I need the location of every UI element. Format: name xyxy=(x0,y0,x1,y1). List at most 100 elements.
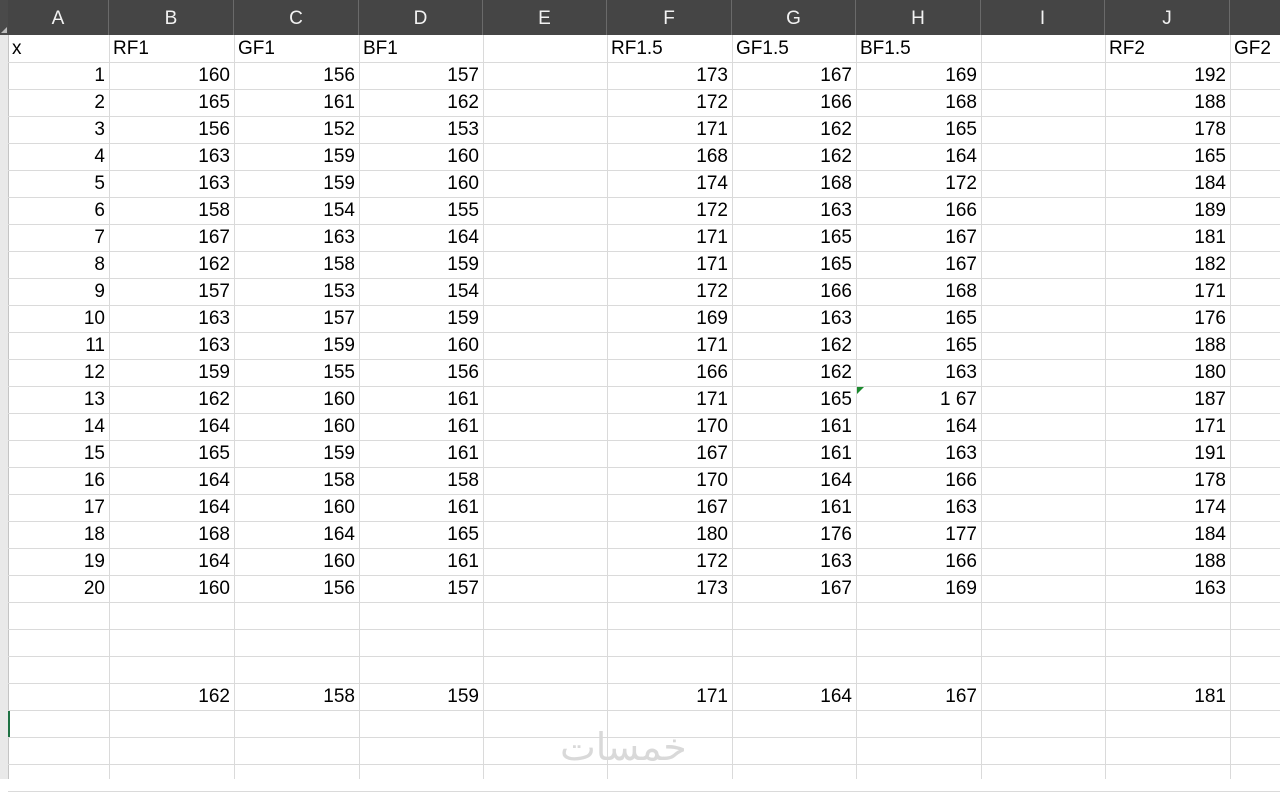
data-cell[interactable]: 163 xyxy=(856,359,981,386)
average-cell[interactable]: 181 xyxy=(1105,683,1230,710)
data-cell[interactable]: 16 xyxy=(8,467,109,494)
data-cell[interactable]: 155 xyxy=(234,359,359,386)
data-cell[interactable]: 163 xyxy=(1105,575,1230,602)
data-cell[interactable]: 8 xyxy=(8,251,109,278)
data-cell[interactable]: 3 xyxy=(8,116,109,143)
data-cell[interactable]: 159 xyxy=(359,251,483,278)
data-cell[interactable]: 161 xyxy=(732,494,856,521)
data-cell[interactable]: 167 xyxy=(732,62,856,89)
data-cell[interactable]: 165 xyxy=(732,251,856,278)
data-cell[interactable]: 178 xyxy=(1105,116,1230,143)
data-cell[interactable]: 162 xyxy=(109,251,234,278)
select-all-corner[interactable] xyxy=(0,0,8,35)
data-cell[interactable]: 181 xyxy=(1105,224,1230,251)
data-cell[interactable]: 169 xyxy=(856,62,981,89)
data-cell[interactable]: 162 xyxy=(732,143,856,170)
data-cell[interactable]: 17 xyxy=(8,494,109,521)
data-cell[interactable]: 180 xyxy=(1105,359,1230,386)
data-cell[interactable]: 162 xyxy=(109,386,234,413)
data-cell[interactable]: 158 xyxy=(234,251,359,278)
data-cell[interactable]: 168 xyxy=(856,89,981,116)
data-cell[interactable]: 172 xyxy=(607,89,732,116)
data-cell[interactable]: 158 xyxy=(359,467,483,494)
data-cell[interactable]: 172 xyxy=(607,548,732,575)
data-cell[interactable]: 18 xyxy=(8,521,109,548)
data-cell[interactable]: 165 xyxy=(856,332,981,359)
data-cell[interactable]: 2 xyxy=(8,89,109,116)
data-cell[interactable]: 164 xyxy=(856,143,981,170)
data-cell[interactable]: 157 xyxy=(109,278,234,305)
data-cell[interactable]: 167 xyxy=(856,224,981,251)
data-cell[interactable]: 166 xyxy=(856,548,981,575)
header-cell[interactable]: x xyxy=(8,35,109,62)
average-cell[interactable]: 164 xyxy=(732,683,856,710)
data-cell[interactable]: 164 xyxy=(109,413,234,440)
data-cell[interactable]: 171 xyxy=(607,224,732,251)
data-cell[interactable]: 160 xyxy=(359,332,483,359)
data-cell[interactable]: 1 67 xyxy=(856,386,981,413)
data-cell[interactable]: 165 xyxy=(856,116,981,143)
data-cell[interactable]: 167 xyxy=(856,251,981,278)
data-cell[interactable]: 176 xyxy=(1105,305,1230,332)
data-cell[interactable]: 9 xyxy=(8,278,109,305)
data-cell[interactable]: 168 xyxy=(607,143,732,170)
data-cell[interactable]: 161 xyxy=(732,413,856,440)
data-cell[interactable]: 162 xyxy=(732,116,856,143)
data-cell[interactable]: 161 xyxy=(732,440,856,467)
data-cell[interactable]: 160 xyxy=(234,413,359,440)
data-cell[interactable]: 167 xyxy=(607,440,732,467)
data-cell[interactable]: 166 xyxy=(732,89,856,116)
header-cell[interactable]: BF1 xyxy=(359,35,483,62)
header-cell[interactable]: GF2 xyxy=(1230,35,1280,62)
data-cell[interactable]: 171 xyxy=(607,251,732,278)
data-cell[interactable]: 160 xyxy=(359,143,483,170)
data-cell[interactable]: 171 xyxy=(1105,413,1230,440)
data-cell[interactable]: 161 xyxy=(359,494,483,521)
data-cell[interactable]: 163 xyxy=(856,440,981,467)
column-header-h[interactable]: H xyxy=(856,0,981,35)
average-cell[interactable]: 158 xyxy=(234,683,359,710)
data-cell[interactable]: 182 xyxy=(1105,251,1230,278)
data-cell[interactable]: 171 xyxy=(607,386,732,413)
column-header-g[interactable]: G xyxy=(732,0,856,35)
data-cell[interactable]: 159 xyxy=(234,143,359,170)
data-cell[interactable]: 174 xyxy=(607,170,732,197)
column-header-b[interactable]: B xyxy=(109,0,234,35)
data-cell[interactable]: 161 xyxy=(234,89,359,116)
data-cell[interactable]: 164 xyxy=(856,413,981,440)
data-cell[interactable]: 156 xyxy=(359,359,483,386)
data-cell[interactable]: 176 xyxy=(732,521,856,548)
data-cell[interactable]: 160 xyxy=(234,494,359,521)
data-cell[interactable]: 169 xyxy=(856,575,981,602)
data-cell[interactable]: 162 xyxy=(732,332,856,359)
data-cell[interactable]: 165 xyxy=(856,305,981,332)
data-cell[interactable]: 160 xyxy=(234,548,359,575)
data-cell[interactable]: 166 xyxy=(732,278,856,305)
data-cell[interactable]: 167 xyxy=(109,224,234,251)
header-cell[interactable]: GF1.5 xyxy=(732,35,856,62)
average-cell[interactable]: 171 xyxy=(607,683,732,710)
error-indicator-icon[interactable] xyxy=(857,387,864,394)
data-cell[interactable]: 12 xyxy=(8,359,109,386)
data-cell[interactable]: 170 xyxy=(607,413,732,440)
data-cell[interactable]: 159 xyxy=(234,332,359,359)
column-header-a[interactable]: A xyxy=(8,0,109,35)
data-cell[interactable]: 165 xyxy=(732,386,856,413)
data-cell[interactable]: 172 xyxy=(607,197,732,224)
header-cell[interactable]: RF1 xyxy=(109,35,234,62)
data-cell[interactable]: 173 xyxy=(607,62,732,89)
data-cell[interactable]: 7 xyxy=(8,224,109,251)
data-cell[interactable]: 180 xyxy=(607,521,732,548)
data-cell[interactable]: 162 xyxy=(359,89,483,116)
data-cell[interactable]: 159 xyxy=(234,170,359,197)
data-cell[interactable]: 168 xyxy=(109,521,234,548)
header-cell[interactable]: BF1.5 xyxy=(856,35,981,62)
data-cell[interactable]: 166 xyxy=(607,359,732,386)
data-cell[interactable]: 153 xyxy=(359,116,483,143)
data-cell[interactable]: 15 xyxy=(8,440,109,467)
data-cell[interactable]: 164 xyxy=(109,467,234,494)
data-cell[interactable]: 163 xyxy=(109,170,234,197)
data-cell[interactable]: 174 xyxy=(1105,494,1230,521)
data-cell[interactable]: 170 xyxy=(607,467,732,494)
data-cell[interactable]: 157 xyxy=(359,62,483,89)
